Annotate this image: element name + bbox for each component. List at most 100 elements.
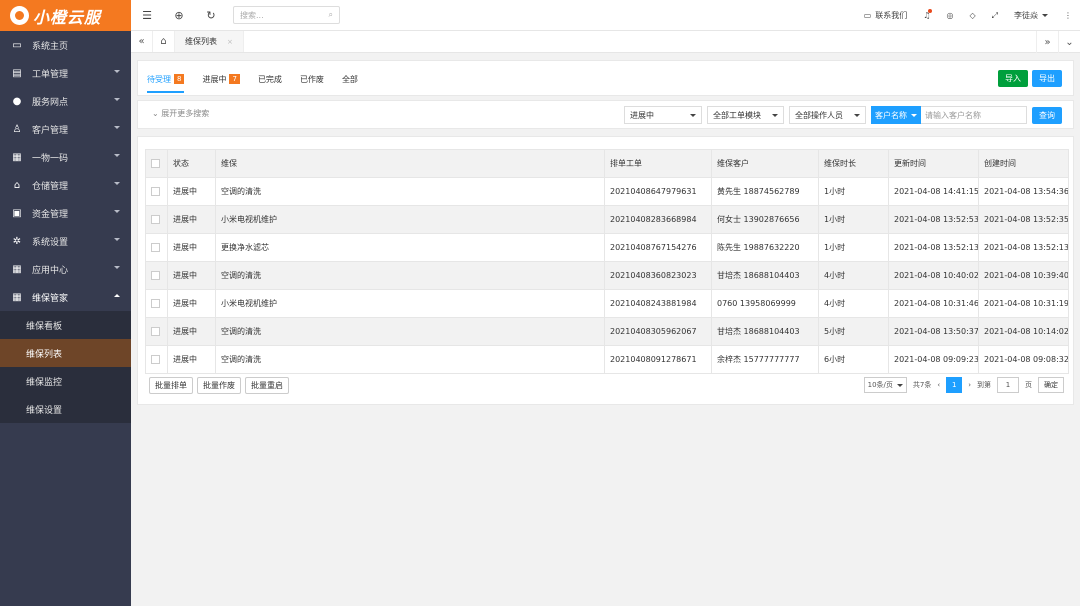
sidebar-item[interactable]: ● 服务网点 xyxy=(0,87,131,115)
table-cell: 1小时 xyxy=(818,177,889,206)
sidebar-item[interactable]: ▦ 应用中心 xyxy=(0,255,131,283)
column-header[interactable]: 维保 xyxy=(215,149,605,178)
sidebar-item[interactable]: ▤ 工单管理 xyxy=(0,59,131,87)
contact-us-button[interactable]: ▭ 联系我们 xyxy=(856,0,916,31)
customer-name-input[interactable]: 请输入客户名称 xyxy=(921,106,1027,124)
next-page-icon[interactable]: › xyxy=(968,381,971,389)
table-row[interactable]: 进展中 空调的清洗 20210408360823023 甘培杰 18688104403… xyxy=(145,261,1069,290)
sidebar-subitem[interactable]: 维保监控 xyxy=(0,367,131,395)
status-tab[interactable]: 全部 xyxy=(342,61,358,97)
row-checkbox[interactable] xyxy=(151,215,160,224)
export-button[interactable]: 导出 xyxy=(1032,70,1062,87)
row-checkbox[interactable] xyxy=(151,299,160,308)
column-header[interactable]: 排单工单 xyxy=(604,149,712,178)
row-checkbox[interactable] xyxy=(151,187,160,196)
status-tab[interactable]: 进展中 7 xyxy=(202,61,240,97)
sidebar-item[interactable]: ⌂ 仓储管理 xyxy=(0,171,131,199)
row-checkbox[interactable] xyxy=(151,271,160,280)
prev-page-icon[interactable]: ‹ xyxy=(937,381,940,389)
home-icon[interactable]: ⌂ xyxy=(153,31,175,52)
current-page-button[interactable]: 1 xyxy=(946,377,963,393)
sidebar-item[interactable]: ▭ 系统主页 xyxy=(0,31,131,59)
goto-page-input[interactable]: 1 xyxy=(997,377,1019,393)
brand-logo[interactable]: 小橙云服 xyxy=(0,0,131,31)
status-select[interactable]: 进展中 xyxy=(624,106,702,124)
row-checkbox[interactable] xyxy=(151,327,160,336)
table-row[interactable]: 进展中 空调的清洗 20210408647979631 黄先生 18874562789… xyxy=(145,177,1069,206)
status-tab[interactable]: 已完成 xyxy=(258,61,282,97)
table-cell: 20210408360823023 xyxy=(604,261,712,290)
batch-void-button[interactable]: 批量作废 xyxy=(197,377,241,394)
sidebar-item[interactable]: ▣ 资金管理 xyxy=(0,199,131,227)
column-header[interactable]: 状态 xyxy=(167,149,216,178)
sidebar-group-maintenance[interactable]: ▦ 维保管家 xyxy=(0,283,131,311)
table-row[interactable]: 进展中 空调的清洗 20210408091278671 余梓杰 15777777777… xyxy=(145,345,1069,374)
sidebar-item[interactable]: ♙ 客户管理 xyxy=(0,115,131,143)
module-select[interactable]: 全部工单模块 xyxy=(707,106,784,124)
grid-icon: ▦ xyxy=(12,291,22,303)
goto-confirm-button[interactable]: 确定 xyxy=(1038,377,1064,393)
select-all-checkbox[interactable] xyxy=(151,159,160,168)
globe-icon[interactable]: ⊕ xyxy=(163,0,195,31)
status-tab[interactable]: 待受理 8 xyxy=(147,61,185,97)
row-checkbox[interactable] xyxy=(151,355,160,364)
query-button[interactable]: 查询 xyxy=(1032,106,1062,124)
batch-dispatch-button[interactable]: 批量排单 xyxy=(149,377,193,394)
table-cell: 2021-04-08 10:14:02 xyxy=(978,317,1069,346)
column-header[interactable]: 维保客户 xyxy=(711,149,819,178)
tabs-scroll-right-icon[interactable]: » xyxy=(1036,31,1058,53)
refresh-icon[interactable]: ↻ xyxy=(195,0,227,31)
status-tab[interactable]: 已作废 xyxy=(300,61,324,97)
table-cell: 更换净水滤芯 xyxy=(215,233,605,262)
search-field-select[interactable]: 客户名称 xyxy=(871,106,921,124)
user-menu[interactable]: 李徒焱 xyxy=(1006,0,1056,31)
table-cell: 小米电视机维护 xyxy=(215,289,605,318)
menu-toggle-icon[interactable]: ☰ xyxy=(131,0,163,31)
table-row[interactable]: 进展中 小米电视机维护 20210408243881984 0760 13958069… xyxy=(145,289,1069,318)
row-select-cell xyxy=(145,317,168,346)
table-cell: 2021-04-08 09:08:32 xyxy=(978,345,1069,374)
import-button[interactable]: 导入 xyxy=(998,70,1028,87)
table-cell: 2021-04-08 10:39:40 xyxy=(978,261,1069,290)
close-icon[interactable]: × xyxy=(227,38,233,46)
column-header[interactable]: 更新时间 xyxy=(888,149,979,178)
tab-label: 维保列表 xyxy=(185,37,217,46)
tab-maintenance-list[interactable]: 维保列表 × xyxy=(175,31,244,52)
module-select-value: 全部工单模块 xyxy=(713,110,761,120)
table-cell: 余梓杰 15777777777 xyxy=(711,345,819,374)
table-cell: 1小时 xyxy=(818,205,889,234)
notification-bell-icon[interactable]: ♫ xyxy=(915,0,938,31)
table-cell: 5小时 xyxy=(818,317,889,346)
brand-name: 小橙云服 xyxy=(33,7,102,27)
table-cell: 空调的清洗 xyxy=(215,345,605,374)
tabs-dropdown-icon[interactable]: ⌄ xyxy=(1058,31,1080,53)
expand-search-toggle[interactable]: ⌄ 展开更多搜索 xyxy=(152,108,209,119)
pagination: 10条/页 共7条 ‹ 1 › 到第 1 页 确定 xyxy=(863,377,1064,393)
row-checkbox[interactable] xyxy=(151,243,160,252)
tag-icon[interactable]: ◇ xyxy=(961,0,983,31)
operator-select[interactable]: 全部操作人员 xyxy=(789,106,866,124)
sidebar-item[interactable]: ✲ 系统设置 xyxy=(0,227,131,255)
page-size-value: 10条/页 xyxy=(867,381,893,389)
theme-icon[interactable]: ◎ xyxy=(938,0,961,31)
row-select-cell xyxy=(145,177,168,206)
sidebar-subitem[interactable]: 维保列表 xyxy=(0,339,131,367)
table-cell: 何女士 13902876656 xyxy=(711,205,819,234)
fullscreen-icon[interactable]: ⤢ xyxy=(984,0,1006,31)
search-input[interactable]: 搜索... ⌕ xyxy=(233,6,340,24)
column-header[interactable]: 维保时长 xyxy=(818,149,889,178)
table-row[interactable]: 进展中 小米电视机维护 20210408283668984 何女士 139028766… xyxy=(145,205,1069,234)
table-row[interactable]: 进展中 更换净水滤芯 20210408767154276 陈先生 1988763222… xyxy=(145,233,1069,262)
sidebar-item-label: 仓储管理 xyxy=(32,181,69,192)
apps-icon: ▦ xyxy=(12,263,22,275)
tabs-scroll-left-icon[interactable]: « xyxy=(131,31,153,52)
sidebar-subitem[interactable]: 维保看板 xyxy=(0,311,131,339)
sidebar-item[interactable]: ▦ 一物一码 xyxy=(0,143,131,171)
page-size-select[interactable]: 10条/页 xyxy=(863,377,907,393)
table-row[interactable]: 进展中 空调的清洗 20210408305962067 甘培杰 18688104403… xyxy=(145,317,1069,346)
more-vertical-icon[interactable]: ⋮ xyxy=(1056,0,1080,31)
chat-icon: ▭ xyxy=(863,11,872,20)
batch-restart-button[interactable]: 批量重启 xyxy=(245,377,289,394)
sidebar-subitem[interactable]: 维保设置 xyxy=(0,395,131,423)
column-header[interactable]: 创建时间 xyxy=(978,149,1069,178)
